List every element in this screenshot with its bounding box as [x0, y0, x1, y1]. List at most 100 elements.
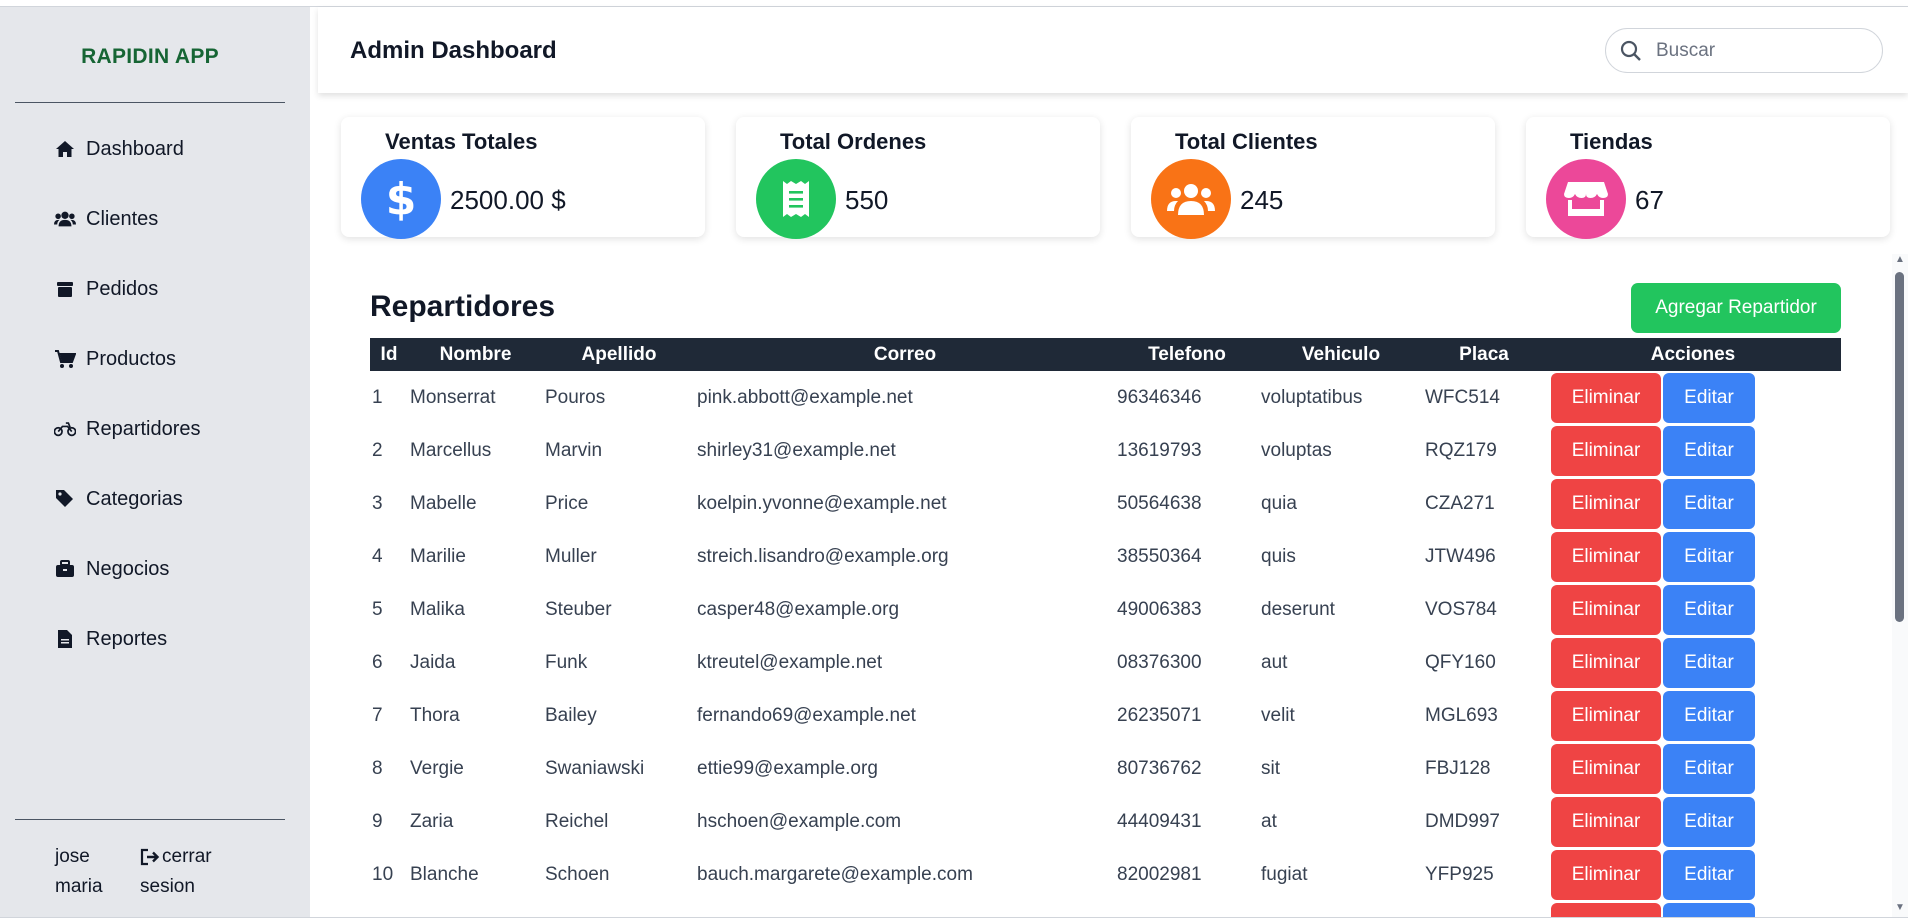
sidebar-item-label: Categorias — [86, 487, 183, 510]
table-cell: 49006383 — [1117, 598, 1202, 620]
delete-button[interactable]: Eliminar — [1551, 531, 1661, 582]
edit-button[interactable]: Editar — [1663, 849, 1755, 900]
delete-button[interactable]: Eliminar — [1551, 372, 1661, 423]
table-cell: 38550364 — [1117, 545, 1202, 567]
sidebar-item-label: Negocios — [86, 557, 170, 580]
edit-button[interactable]: Editar — [1663, 478, 1755, 529]
sidebar-item-productos[interactable]: Productos — [54, 342, 176, 376]
row-actions: EliminarEditar — [1545, 742, 1841, 795]
table-cell: 82002981 — [1117, 863, 1202, 885]
table-cell — [695, 901, 1115, 917]
table-cell: 3 — [372, 492, 383, 514]
column-header: Correo — [695, 338, 1115, 371]
app-brand: RAPIDIN APP — [81, 45, 219, 68]
repartidores-table-container: Id Nombre Apellido Correo Telefono Vehiculo Pl… — [370, 338, 1841, 917]
edit-button[interactable]: Editar — [1663, 531, 1755, 582]
scrollbar[interactable]: ▲ ▼ — [1892, 254, 1908, 917]
row-actions: EliminarEditar — [1545, 636, 1841, 689]
table-cell: aut — [1261, 651, 1288, 673]
briefcase-icon — [54, 558, 76, 580]
delete-button[interactable]: Eliminar — [1551, 478, 1661, 529]
card-value: 550 — [845, 185, 889, 215]
dollar-icon: $ — [361, 159, 441, 239]
delete-button[interactable]: Eliminar — [1551, 796, 1661, 847]
sidebar-item-label: Repartidores — [86, 417, 201, 440]
edit-button[interactable]: Editar — [1663, 372, 1755, 423]
table-cell: 08376300 — [1117, 651, 1202, 673]
table-cell: koelpin.yvonne@example.net — [697, 492, 947, 514]
edit-button[interactable]: Editar — [1663, 796, 1755, 847]
table-cell: 50564638 — [1117, 492, 1202, 514]
edit-button[interactable]: Editar — [1663, 690, 1755, 741]
delete-button[interactable]: Eliminar — [1551, 743, 1661, 794]
logout-link[interactable]: cerrar sesion — [140, 842, 212, 902]
sidebar-item-clientes[interactable]: Clientes — [54, 202, 158, 236]
sidebar-item-dashboard[interactable]: Dashboard — [54, 132, 184, 166]
table-cell: 44409431 — [1117, 810, 1202, 832]
sidebar-item-repartidores[interactable]: Repartidores — [54, 412, 201, 446]
table-row: 4 Marilie Muller streich.lisandro@example.o… — [370, 530, 1841, 583]
table-cell: Muller — [545, 545, 597, 567]
users-icon — [54, 208, 76, 230]
cart-icon — [54, 348, 76, 370]
table-row: 10 Blanche Schoen bauch.margarete@example.c… — [370, 848, 1841, 901]
user-name: jose maria — [55, 846, 103, 897]
row-actions: EliminarEditar — [1545, 424, 1841, 477]
delete-button[interactable]: Eliminar — [1551, 849, 1661, 900]
table-row: 3 Mabelle Price koelpin.yvonne@example.net 5… — [370, 477, 1841, 530]
table-cell: T — [408, 901, 543, 918]
table-body: 1 Monserrat Pouros pink.abbott@example.net 9… — [370, 371, 1841, 917]
edit-button[interactable]: Editar — [1663, 584, 1755, 635]
card-value: 2500.00 $ — [450, 185, 566, 215]
table-cell: CZA271 — [1425, 492, 1495, 514]
edit-button[interactable]: Editar — [1663, 902, 1755, 917]
table-cell: Marvin — [545, 439, 603, 461]
search-box[interactable] — [1605, 28, 1883, 73]
sidebar-item-reportes[interactable]: Reportes — [54, 622, 167, 656]
edit-button[interactable]: Editar — [1663, 637, 1755, 688]
edit-button[interactable]: Editar — [1663, 743, 1755, 794]
sidebar-item-negocios[interactable]: Negocios — [54, 552, 169, 586]
row-actions: EliminarEditar — [1545, 583, 1841, 636]
row-actions: EliminarEditar — [1545, 795, 1841, 848]
table-cell: Marilie — [410, 545, 466, 567]
sidebar-item-label: Reportes — [86, 627, 168, 650]
table-cell — [1115, 901, 1259, 917]
search-input[interactable] — [1656, 39, 1866, 62]
table-cell: at — [1261, 810, 1277, 832]
scroll-thumb[interactable] — [1895, 272, 1904, 622]
delete-button[interactable]: Eliminar — [1551, 584, 1661, 635]
delete-button[interactable]: Eliminar — [1551, 425, 1661, 476]
delete-button[interactable]: Eliminar — [1551, 902, 1661, 917]
table-cell: Swaniawski — [545, 757, 645, 779]
table-cell: FBJ128 — [1425, 757, 1491, 779]
sidebar-divider-bottom — [15, 819, 285, 820]
table-cell: fernando69@example.net — [697, 704, 916, 726]
edit-button[interactable]: Editar — [1663, 425, 1755, 476]
table-cell: bauch.margarete@example.com — [697, 863, 973, 885]
table-cell: Bailey — [545, 704, 597, 726]
sidebar-item-label: Dashboard — [86, 137, 184, 160]
table-cell: fugiat — [1261, 863, 1308, 885]
table-cell: ettie99@example.org — [697, 757, 878, 779]
table-cell: F — [543, 901, 695, 918]
box-icon — [54, 278, 76, 300]
table-cell: 6 — [372, 651, 383, 673]
sidebar-item-categorias[interactable]: Categorias — [54, 482, 183, 516]
delete-button[interactable]: Eliminar — [1551, 637, 1661, 688]
table-cell: DMD997 — [1425, 810, 1500, 832]
table-cell: quis — [1261, 545, 1296, 567]
scroll-down-arrow-icon[interactable]: ▼ — [1895, 902, 1905, 913]
table-cell: 26235071 — [1117, 704, 1202, 726]
table-cell: Reichel — [545, 810, 609, 832]
scroll-up-arrow-icon[interactable]: ▲ — [1895, 254, 1905, 265]
table-cell: QFY160 — [1425, 651, 1496, 673]
column-header: Id — [370, 338, 408, 371]
sign-out-icon — [140, 848, 160, 866]
table-cell: YFP925 — [1425, 863, 1494, 885]
add-repartidor-button[interactable]: Agregar Repartidor — [1631, 283, 1841, 333]
delete-button[interactable]: Eliminar — [1551, 690, 1661, 741]
sidebar-item-pedidos[interactable]: Pedidos — [54, 272, 158, 306]
search-icon — [1620, 40, 1642, 62]
table-cell: ktreutel@example.net — [697, 651, 883, 673]
